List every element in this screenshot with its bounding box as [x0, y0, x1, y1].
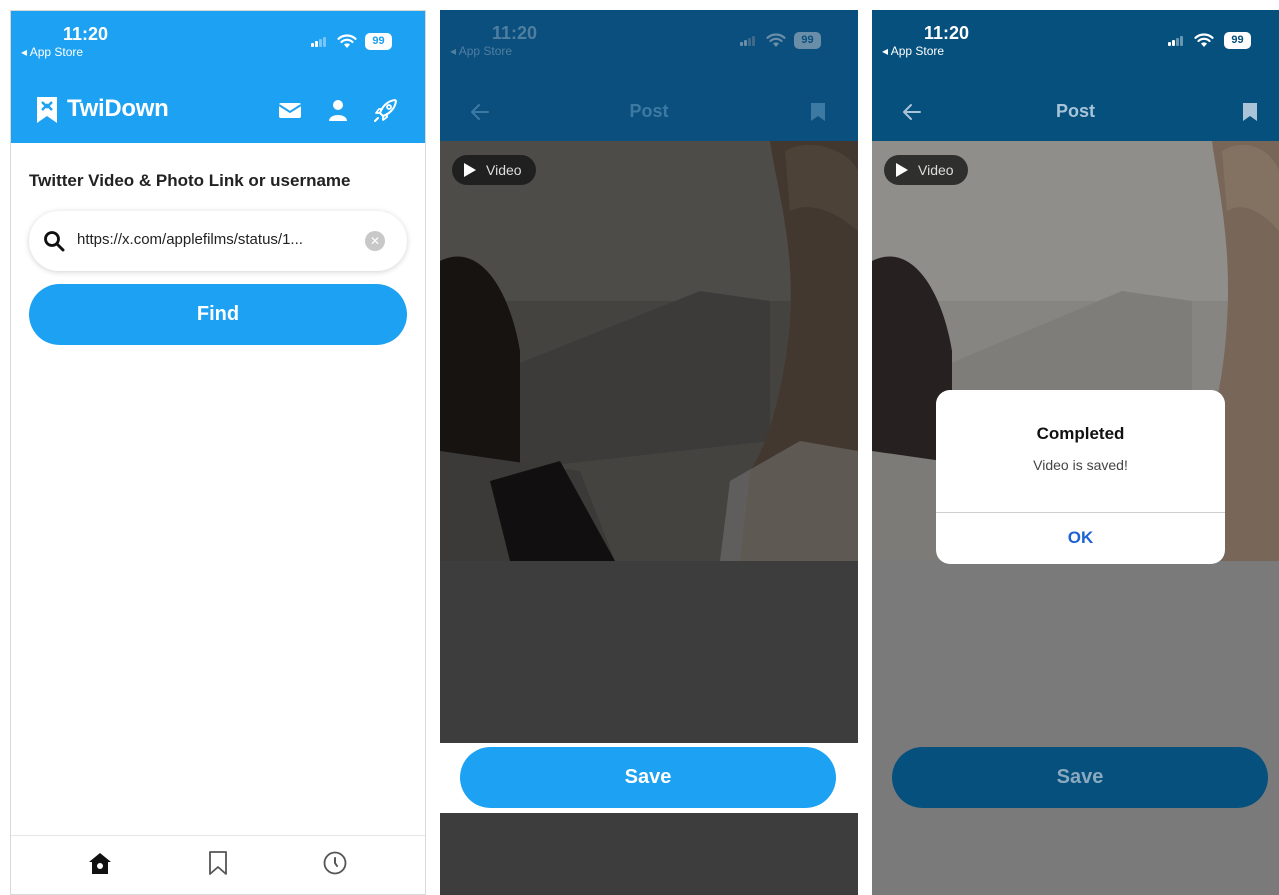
back-to-app-store[interactable]: ◂ App Store [21, 45, 83, 59]
post-header: 11:20 ◂ App Store 99 Post [440, 10, 858, 141]
back-to-app-store[interactable]: ◂ App Store [882, 44, 944, 58]
signal-icon [311, 37, 327, 47]
home-icon[interactable] [87, 850, 113, 876]
alert-title: Completed [1036, 424, 1125, 443]
play-icon [896, 163, 908, 177]
app-header: 11:20 ◂ App Store 99 TwiDown [11, 11, 425, 143]
bookmark-icon[interactable] [205, 850, 231, 876]
save-button[interactable]: Save [460, 747, 836, 808]
app-brand-title: TwiDown [67, 95, 169, 122]
video-badge-label: Video [486, 162, 522, 178]
battery-icon: 99 [365, 33, 392, 50]
video-thumbnail [440, 141, 858, 561]
video-badge: Video [452, 155, 536, 185]
status-time: 11:20 [924, 23, 970, 43]
post-screen: 11:20 ◂ App Store 99 Post Video Save [440, 10, 858, 895]
saved-screen: 11:20 ◂ App Store 99 Post Video Save Com… [872, 10, 1279, 895]
status-time: 11:20 [63, 24, 109, 44]
rocket-icon[interactable] [373, 97, 399, 123]
signal-icon [1168, 36, 1184, 46]
video-badge: Video [884, 155, 968, 185]
twidown-logo-icon [37, 97, 57, 123]
battery-icon: 99 [1224, 32, 1251, 49]
mail-icon[interactable] [277, 97, 303, 123]
search-icon [44, 231, 65, 252]
signal-icon [740, 36, 756, 46]
history-icon[interactable] [322, 850, 348, 876]
search-input-value[interactable]: https://x.com/applefilms/status/1... [77, 231, 303, 248]
find-button[interactable]: Find [29, 284, 407, 345]
search-input[interactable]: https://x.com/applefilms/status/1... ✕ [29, 211, 407, 271]
save-button[interactable]: Save [892, 747, 1268, 808]
status-bar: 11:20 ◂ App Store 99 [11, 11, 425, 69]
user-icon[interactable] [325, 97, 351, 123]
video-preview[interactable]: Video [440, 141, 858, 561]
post-header: 11:20 ◂ App Store 99 Post [872, 10, 1279, 141]
video-badge-label: Video [918, 162, 954, 178]
clear-icon[interactable]: ✕ [365, 231, 385, 251]
status-bar: 11:20 ◂ App Store 99 [440, 10, 858, 68]
status-time: 11:20 [492, 23, 538, 43]
page-title: Post [629, 101, 669, 121]
wifi-icon [1194, 33, 1214, 47]
home-screen: 11:20 ◂ App Store 99 TwiDown Twitter Vid… [10, 10, 426, 895]
link-field-label: Twitter Video & Photo Link or username [29, 171, 351, 190]
bookmark-icon[interactable] [1242, 102, 1258, 122]
bookmark-icon[interactable] [810, 102, 826, 122]
status-bar: 11:20 ◂ App Store 99 [872, 10, 1279, 68]
battery-icon: 99 [794, 32, 821, 49]
page-title: Post [1055, 101, 1095, 121]
play-icon [464, 163, 476, 177]
tab-bar [11, 835, 425, 894]
wifi-icon [337, 34, 357, 48]
ok-button[interactable]: OK [936, 512, 1225, 564]
wifi-icon [766, 33, 786, 47]
completed-alert: Completed Video is saved! OK [936, 390, 1225, 564]
back-to-app-store[interactable]: ◂ App Store [450, 44, 512, 58]
alert-message: Video is saved! [1033, 457, 1128, 473]
